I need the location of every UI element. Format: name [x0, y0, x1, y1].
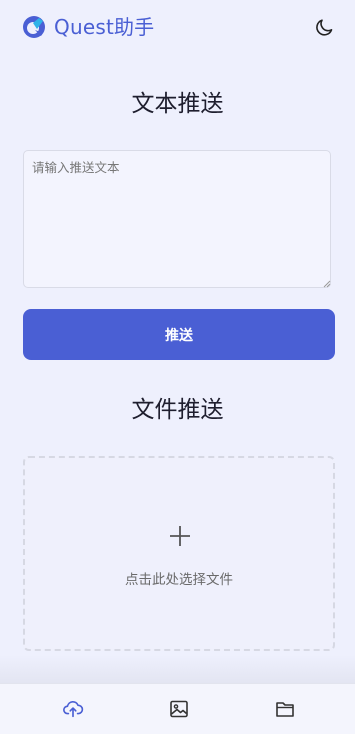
- quest-logo-icon: [23, 16, 45, 38]
- folder-icon: [276, 702, 294, 717]
- bottom-nav: [0, 683, 355, 734]
- bottom-fade: [0, 655, 355, 685]
- file-dropzone[interactable]: 点击此处选择文件: [23, 456, 335, 651]
- image-icon: [170, 700, 188, 718]
- nav-item-upload[interactable]: [60, 696, 86, 722]
- moon-icon[interactable]: [315, 17, 335, 37]
- push-text-button[interactable]: 推送: [23, 309, 335, 360]
- push-text-input[interactable]: [23, 150, 331, 288]
- plus-icon: [170, 526, 190, 546]
- cloud-upload-icon: [63, 700, 84, 718]
- nav-item-image[interactable]: [166, 696, 192, 722]
- dropzone-label: 点击此处选择文件: [125, 572, 233, 588]
- app-title: Quest助手: [54, 15, 155, 39]
- text-push-title: 文本推送: [131, 91, 224, 117]
- file-push-title: 文件推送: [131, 397, 224, 423]
- app-header: Quest助手: [0, 0, 355, 54]
- nav-item-folder[interactable]: [272, 696, 298, 722]
